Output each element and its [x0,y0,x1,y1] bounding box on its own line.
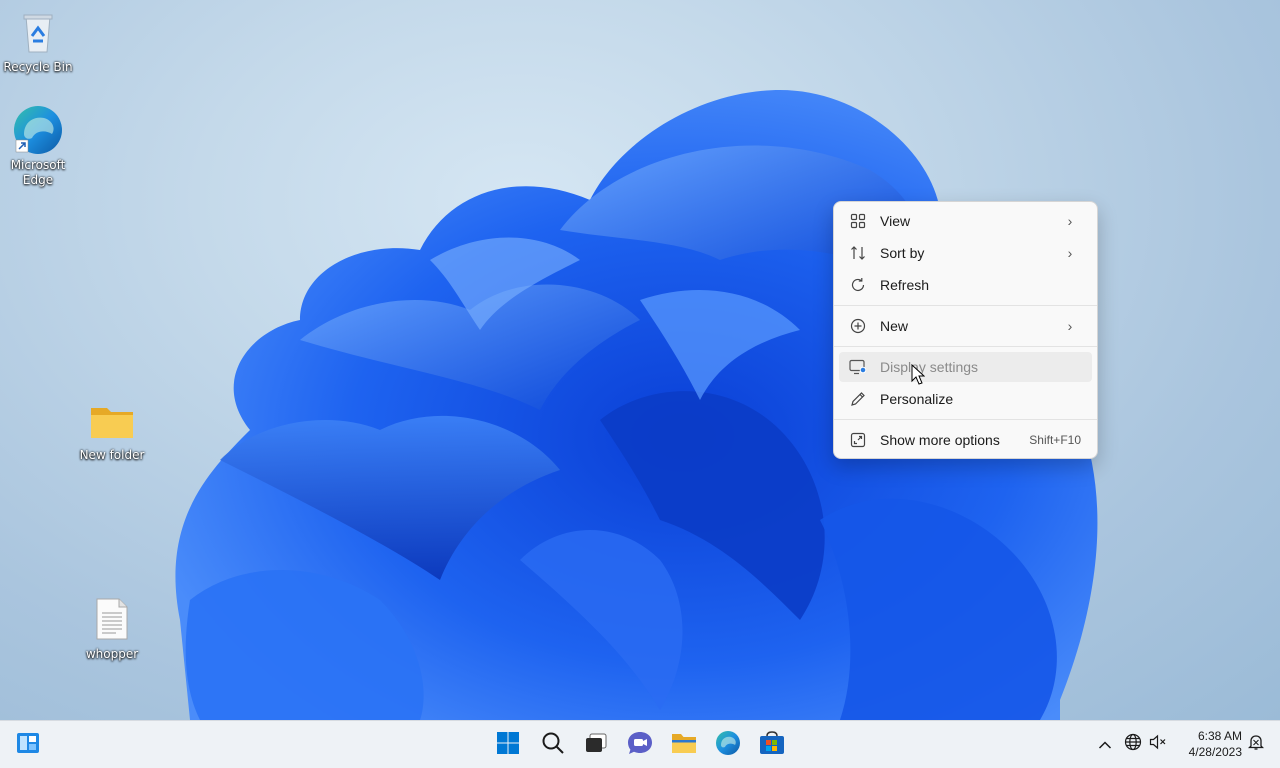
menu-separator [834,346,1097,347]
sort-icon [848,243,868,263]
widgets-icon [16,732,40,758]
display-icon [848,357,868,377]
start-button[interactable] [492,729,524,761]
edge-icon [12,104,64,156]
menu-item-refresh[interactable]: Refresh [839,270,1092,300]
clock-date: 4/28/2023 [1188,745,1242,759]
desktop-icon-label: whopper [85,647,139,661]
network-language-button[interactable] [1122,733,1144,755]
search-icon [541,731,565,759]
system-clock[interactable]: 6:38 AM 4/28/2023 [1176,728,1242,760]
widgets-button[interactable] [12,729,44,761]
task-view-icon [584,732,608,758]
menu-item-view[interactable]: View › [839,206,1092,236]
globe-icon [1124,733,1142,755]
desktop-icon-label: Microsoft Edge [10,158,66,187]
desktop-context-menu: View › Sort by › Refresh New › Display s… [833,201,1098,459]
menu-item-label: Show more options [880,432,1000,448]
taskbar: 6:38 AM 4/28/2023 [0,720,1280,768]
menu-item-label: Personalize [880,391,954,407]
menu-item-label: View [880,213,911,229]
menu-item-label: Sort by [880,245,925,261]
recycle-bin-icon [0,10,76,58]
folder-icon [671,732,697,758]
menu-item-label: Refresh [880,277,930,293]
desktop-icon-label: Recycle Bin [3,60,73,74]
speaker-muted-icon [1149,734,1167,754]
store-button[interactable] [756,729,788,761]
menu-item-new[interactable]: New › [839,311,1092,341]
expand-icon [848,430,868,450]
menu-item-display-settings[interactable]: Display settings [839,352,1092,382]
refresh-icon [848,275,868,295]
desktop-icon-label: New folder [79,448,145,462]
menu-separator [834,305,1097,306]
desktop-icon-new-folder[interactable]: New folder [74,402,150,463]
chat-icon [627,731,653,759]
windows-logo-icon [496,731,520,759]
desktop[interactable]: Recycle Bin Microsoft Edge New folder wh… [0,0,1280,720]
pen-icon [848,389,868,409]
search-button[interactable] [537,729,569,761]
show-hidden-icons-button[interactable] [1094,733,1116,755]
chevron-right-icon: › [1067,318,1073,334]
volume-button[interactable] [1147,733,1169,755]
notifications-button[interactable] [1245,733,1267,755]
menu-item-show-more-options[interactable]: Show more options Shift+F10 [839,425,1092,455]
plus-circle-icon [848,316,868,336]
store-icon [759,731,785,759]
desktop-icon-recycle-bin[interactable]: Recycle Bin [0,10,76,75]
grid-icon [848,211,868,231]
edge-icon [715,730,741,760]
chevron-right-icon: › [1067,213,1073,229]
notification-icon [1247,733,1265,755]
menu-item-sort-by[interactable]: Sort by › [839,238,1092,268]
folder-icon [74,402,150,446]
edge-taskbar-button[interactable] [712,729,744,761]
chevron-up-icon [1098,735,1112,754]
text-file-icon [74,597,150,645]
menu-separator [834,419,1097,420]
desktop-icon-whopper[interactable]: whopper [74,597,150,662]
clock-time: 6:38 AM [1197,729,1242,743]
task-view-button[interactable] [580,729,612,761]
file-explorer-button[interactable] [668,729,700,761]
menu-item-label: New [880,318,909,334]
chat-button[interactable] [624,729,656,761]
desktop-icon-microsoft-edge[interactable]: Microsoft Edge [0,104,76,188]
shortcut-label: Shift+F10 [1029,433,1081,447]
menu-item-personalize[interactable]: Personalize [839,384,1092,414]
mouse-cursor-icon [911,363,926,390]
chevron-right-icon: › [1067,245,1073,261]
